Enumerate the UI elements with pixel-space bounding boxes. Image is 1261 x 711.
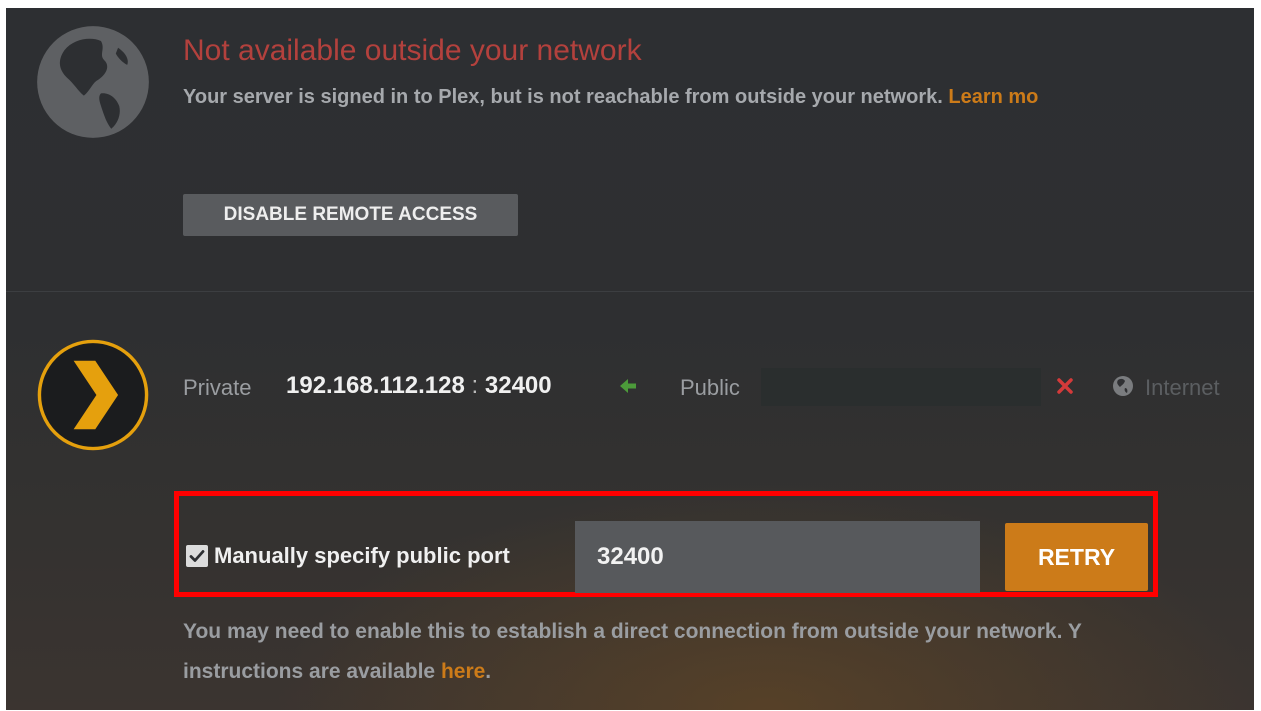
disable-remote-access-button[interactable]: DISABLE REMOTE ACCESS [183,194,518,236]
help-line-1: You may need to enable this to establish… [183,620,1082,643]
private-ip: 192.168.112.128 [286,372,465,399]
help-line-2-prefix: instructions are available [183,660,441,683]
status-description-text: Your server is signed in to Plex, but is… [183,86,943,108]
remote-access-panel [6,8,1254,710]
section-divider [6,291,1254,292]
learn-more-link[interactable]: Learn mo [948,86,1038,108]
globe-icon [37,26,149,138]
manual-port-checkbox[interactable] [186,545,208,567]
manual-port-label[interactable]: Manually specify public port [214,543,510,569]
retry-button[interactable]: RETRY [1005,523,1148,591]
private-port: 32400 [484,372,552,399]
globe-icon [1113,376,1133,396]
instructions-link[interactable]: here [441,660,485,683]
checkmark-icon [189,550,205,562]
private-address: 192.168.112.128 : 32400 [286,372,552,400]
public-address-field [761,368,1041,406]
manual-port-help-text: You may need to enable this to establish… [183,612,1243,692]
plex-logo-icon [37,339,149,451]
internet-label: Internet [1145,375,1220,400]
private-label: Private [183,375,252,400]
remote-access-status-description: Your server is signed in to Plex, but is… [183,86,1038,109]
connection-status-row: Private 192.168.112.128 : 32400 Public I… [183,368,1253,406]
address-separator: : [471,372,479,399]
help-line-2-suffix: . [485,660,492,683]
public-port-input[interactable] [575,521,980,593]
arrow-left-icon [620,379,636,393]
remote-access-status-title: Not available outside your network [183,34,642,67]
help-line-2: instructions are available here. [183,652,1243,692]
public-label: Public [680,375,740,400]
x-icon [1057,378,1073,394]
